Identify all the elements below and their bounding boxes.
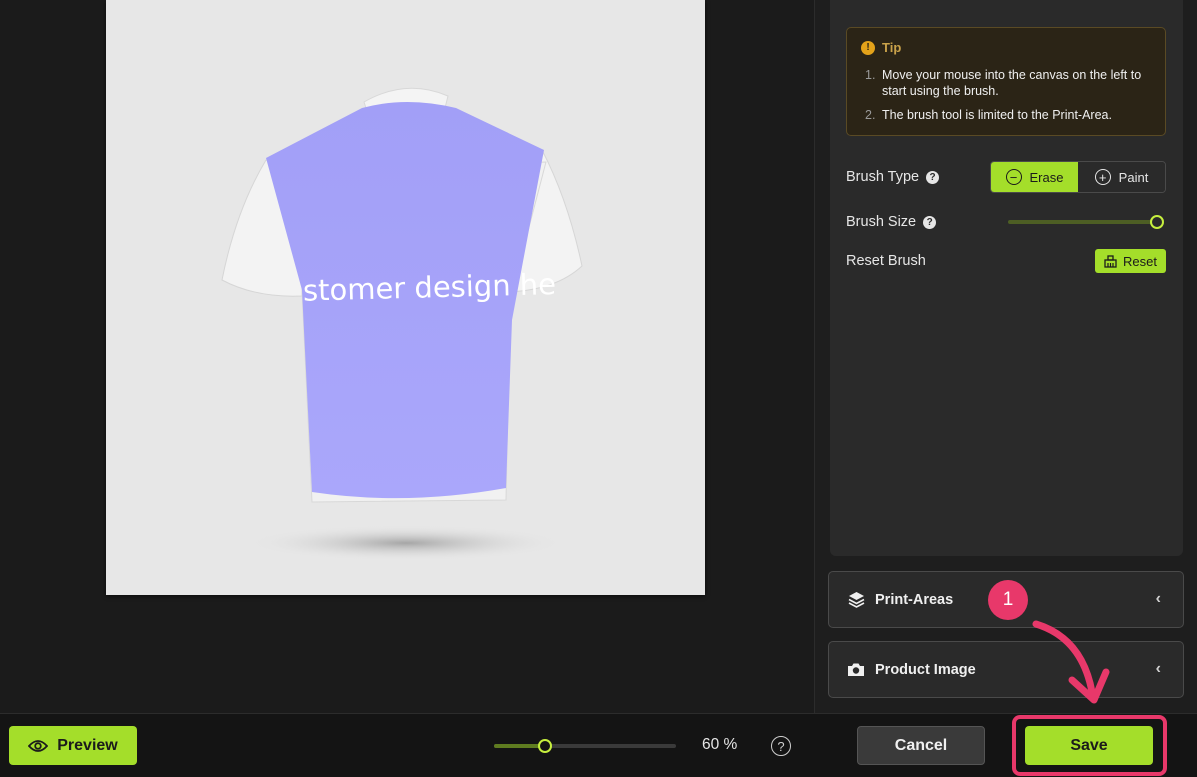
erase-button[interactable]: − Erase [991,162,1078,192]
arrow-icon [1032,620,1110,704]
camera-icon [847,661,865,679]
tip-item: 2. The brush tool is limited to the Prin… [865,108,1112,122]
design-text: stomer design he [303,267,557,308]
cancel-button[interactable]: Cancel [857,726,985,765]
help-icon[interactable]: ? [926,170,940,184]
eye-icon [28,739,49,752]
preview-button[interactable]: Preview [9,726,137,765]
tip-list: 1. Move your mouse into the canvas on th… [861,67,1151,123]
chevron-left-icon: ‹ [1155,660,1161,677]
brush-settings-card: ! Tip 1. Move your mouse into the canvas… [830,0,1183,556]
help-icon[interactable]: ? [771,736,791,756]
brush-type-toggle: − Erase + Paint [990,161,1166,193]
print-areas-label: Print-Areas [875,591,954,608]
tip-title: Tip [882,40,902,55]
tip-box: ! Tip 1. Move your mouse into the canvas… [846,27,1166,136]
product-image-panel[interactable]: Product Image ‹ [828,641,1184,698]
reset-brush-label: Reset Brush [846,253,926,269]
reset-brush-row: Reset Brush Reset [846,249,1166,273]
minus-circle-icon: − [1005,169,1022,185]
tip-item: 1. Move your mouse into the canvas on th… [865,68,1142,98]
help-icon[interactable]: ? [923,215,937,229]
zoom-slider-knob[interactable] [537,739,552,753]
warning-icon: ! [861,40,875,55]
product-image-label: Product Image [875,661,976,678]
brush-size-label: Brush Size [846,214,917,230]
brush-type-row: Brush Type ? − Erase + Paint [846,161,1166,193]
brush-size-slider[interactable] [1008,215,1164,229]
brush-icon [1104,254,1117,268]
save-button[interactable]: Save [1025,726,1153,765]
shirt-shadow [246,525,566,561]
plus-circle-icon: + [1094,169,1111,185]
shirt-mockup: stomer design he [221,87,583,561]
canvas-area[interactable]: stomer design he [0,0,814,713]
mockup-artboard[interactable]: stomer design he [106,0,705,595]
chevron-left-icon: ‹ [1155,590,1161,607]
layers-icon [847,591,865,609]
paint-button[interactable]: + Paint [1078,162,1165,192]
brush-type-label: Brush Type [846,169,920,185]
zoom-slider[interactable] [494,739,676,753]
reset-button[interactable]: Reset [1095,249,1166,273]
brush-size-knob[interactable] [1150,215,1164,229]
zoom-level: 60 % [702,736,738,753]
brush-size-row: Brush Size ? [846,211,1166,233]
bottom-toolbar: Preview 60 % ? Cancel Save [0,713,1197,777]
